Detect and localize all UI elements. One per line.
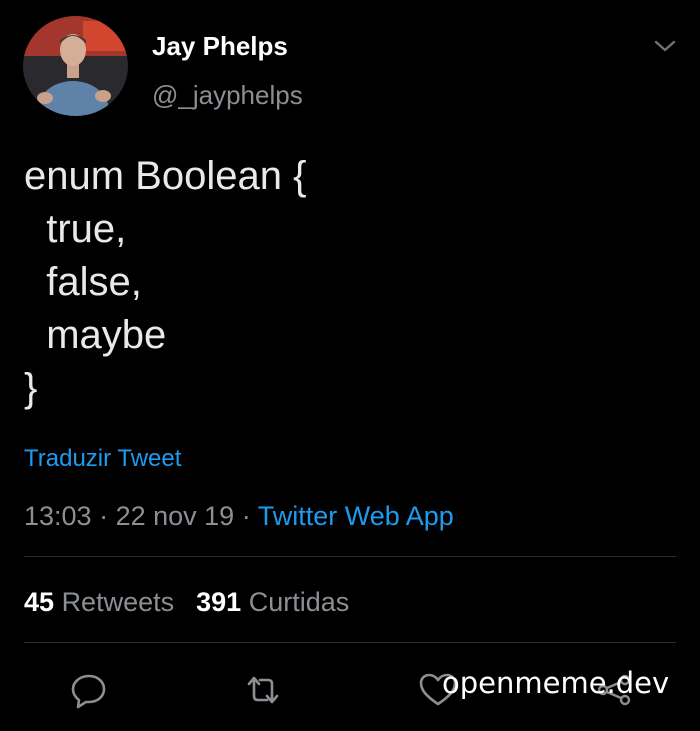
user-handle[interactable]: @_jayphelps <box>152 79 303 111</box>
avatar[interactable] <box>23 16 128 116</box>
tweet-source-link[interactable]: Twitter Web App <box>258 501 454 531</box>
tweet-text: enum Boolean { true, false, maybe } <box>24 150 664 415</box>
tweet-date: 22 nov 19 <box>115 501 235 531</box>
likes-count: 391 <box>196 587 242 617</box>
reply-icon[interactable] <box>67 668 111 712</box>
divider <box>24 556 676 557</box>
meta-separator: · <box>234 501 258 531</box>
watermark: openmeme.dev <box>442 666 670 700</box>
chevron-down-icon[interactable] <box>650 34 680 58</box>
tweet-line: enum Boolean { <box>24 154 307 198</box>
tweet-line: maybe <box>24 313 167 357</box>
tweet-line: } <box>24 366 38 410</box>
avatar-image <box>23 16 128 116</box>
likes-label: Curtidas <box>248 587 350 617</box>
tweet-line: false, <box>24 260 142 304</box>
likes-stat[interactable]: 391 Curtidas <box>196 587 349 617</box>
display-name[interactable]: Jay Phelps <box>152 30 288 62</box>
divider <box>24 642 676 643</box>
tweet-meta: 13:03 · 22 nov 19 · Twitter Web App <box>24 499 454 533</box>
retweet-icon[interactable] <box>241 668 285 712</box>
retweets-stat[interactable]: 45 Retweets <box>24 587 174 617</box>
retweets-label: Retweets <box>61 587 175 617</box>
tweet-line: true, <box>24 207 127 251</box>
translate-tweet-link[interactable]: Traduzir Tweet <box>24 444 181 474</box>
meta-separator: · <box>91 501 116 531</box>
tweet-stats: 45 Retweets 391 Curtidas <box>24 585 349 619</box>
tweet-time: 13:03 <box>24 501 92 531</box>
retweets-count: 45 <box>24 587 55 617</box>
